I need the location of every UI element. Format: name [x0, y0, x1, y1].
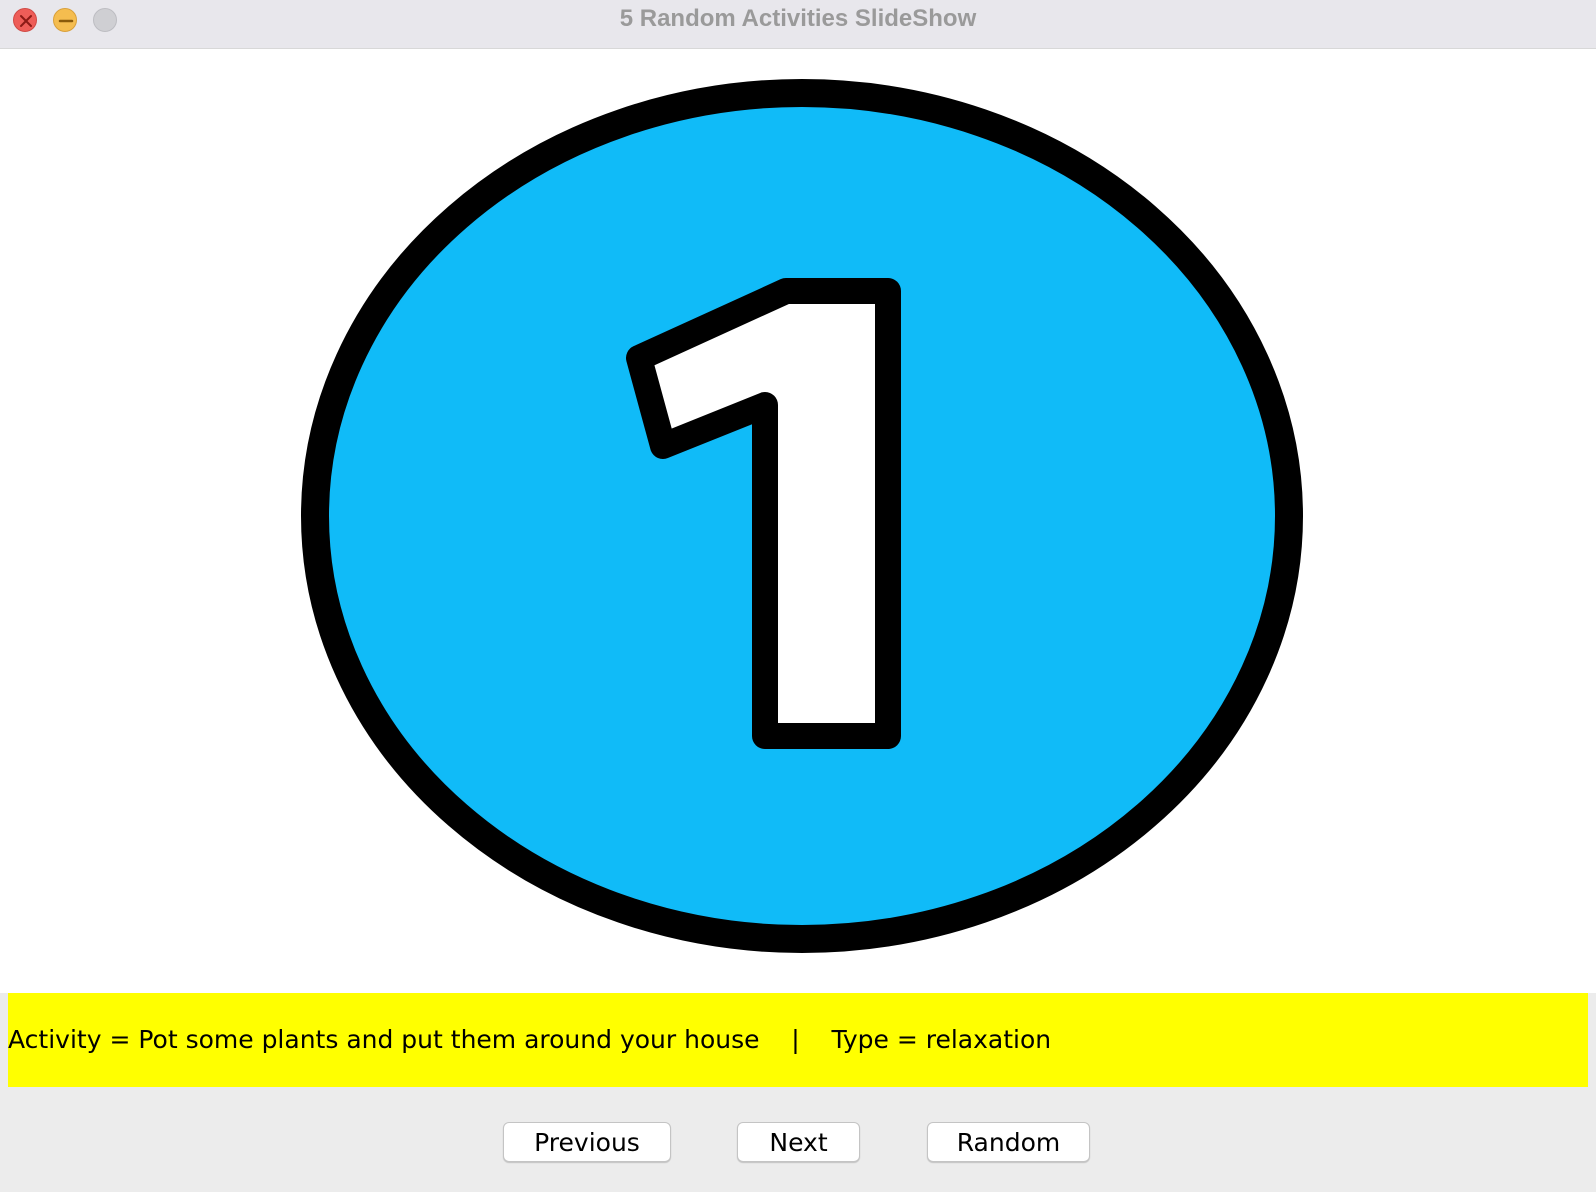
slide-number: 1 — [0, 49, 1, 50]
window-title: 5 Random Activities SlideShow — [619, 5, 977, 32]
activity-info-text: Activity = Pot some plants and put them … — [8, 1025, 1052, 1054]
random-button[interactable]: Random — [927, 1122, 1090, 1162]
previous-button[interactable]: Previous — [503, 1122, 671, 1162]
next-button[interactable]: Next — [737, 1122, 860, 1162]
activity-info-bar: Activity = Pot some plants and put them … — [8, 993, 1588, 1087]
app-window: 5 Random Activities SlideShow 1 Activity… — [0, 0, 1596, 1192]
slide-image-area: 1 — [0, 49, 1596, 993]
number-one-image: 1 — [0, 49, 1303, 953]
title-bar: 5 Random Activities SlideShow — [0, 0, 1596, 49]
